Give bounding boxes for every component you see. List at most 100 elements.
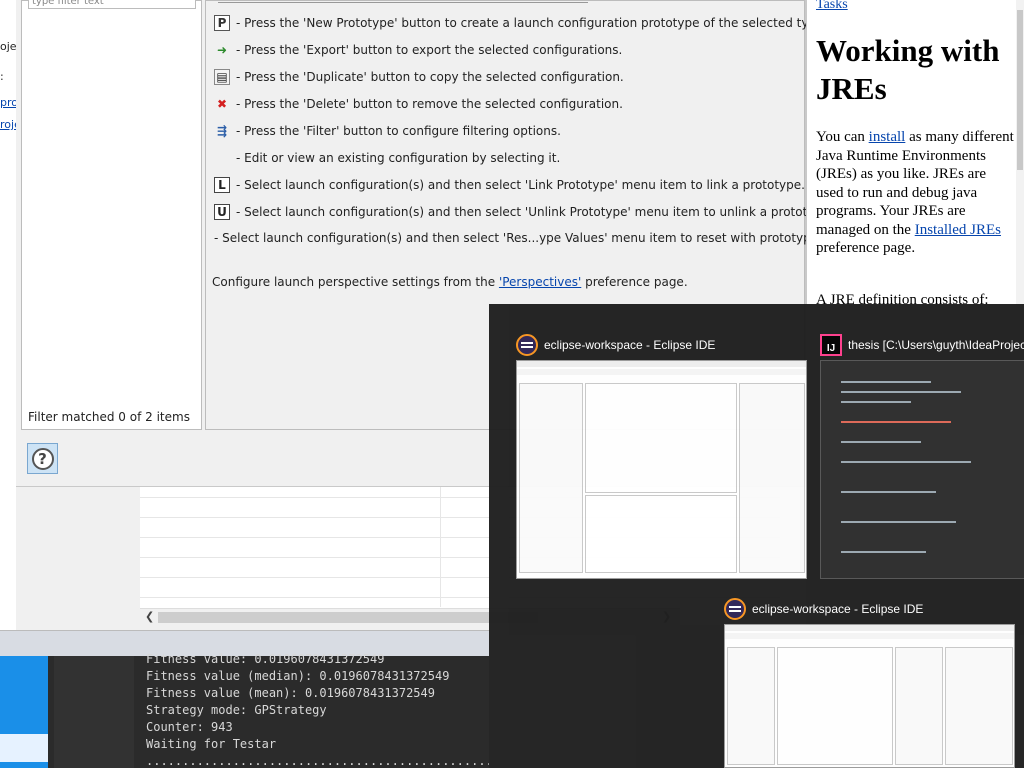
- blank-icon: [214, 150, 230, 166]
- unlink-prototype-icon: U: [214, 204, 230, 220]
- console-gutter: [54, 656, 134, 768]
- duplicate-icon: ▤: [214, 69, 230, 85]
- export-icon: ➜: [216, 43, 228, 57]
- help-text-3: preference page.: [816, 240, 916, 256]
- thumb-pane: [777, 647, 893, 765]
- scroll-left-icon[interactable]: ❮: [145, 610, 154, 623]
- task-switcher: eclipse-workspace - Eclipse IDE IJ thesi…: [489, 304, 1024, 768]
- console-line: Fitness value (mean): 0.0196078431372549: [146, 686, 435, 700]
- instruction-text: - Press the 'Delete' button to remove th…: [236, 97, 623, 111]
- thumb-pane: [739, 383, 805, 573]
- help-scrollbar-thumb[interactable]: [1017, 10, 1023, 170]
- thumb-pane: [585, 495, 737, 573]
- switcher-window-title: eclipse-workspace - Eclipse IDE: [724, 596, 923, 622]
- instruction-text: - Select launch configuration(s) and the…: [214, 231, 865, 245]
- instruction-text: - Press the 'New Prototype' button to cr…: [236, 16, 828, 30]
- tasks-link[interactable]: Tasks: [816, 0, 848, 13]
- intellij-icon: IJ: [820, 334, 842, 356]
- console-line: Fitness value: 0.0196078431372549: [146, 652, 385, 666]
- help-text-1: You can: [816, 129, 869, 145]
- window-title-text: eclipse-workspace - Eclipse IDE: [544, 338, 716, 352]
- help-button[interactable]: ?: [27, 443, 58, 474]
- instruction-new-prototype: P - Press the 'New Prototype' button to …: [214, 14, 827, 32]
- console-line: Strategy mode: GPStrategy: [146, 703, 327, 717]
- thumb-toolbar: [725, 633, 1014, 639]
- console-line: Fitness value (median): 0.01960784313725…: [146, 669, 450, 683]
- filter-status-text: Filter matched 0 of 2 items: [28, 410, 190, 424]
- instruction-text: - Press the 'Filter' button to configure…: [236, 124, 561, 138]
- instruction-delete: ✖ - Press the 'Delete' button to remove …: [214, 95, 623, 113]
- instruction-link-prototype: L - Select launch configuration(s) and t…: [214, 176, 805, 194]
- new-prototype-icon: P: [214, 15, 230, 31]
- window-title-text: thesis [C:\Users\guyth\IdeaProjec: [848, 338, 1024, 352]
- thumb-code-line: [841, 551, 926, 553]
- console-output: Fitness value: 0.0196078431372549 Fitness…: [146, 651, 493, 768]
- help-panel: Tasks Working with JREs You can install …: [806, 0, 1024, 305]
- install-link[interactable]: install: [869, 129, 906, 145]
- perspective-settings-text: Configure launch perspective settings fr…: [212, 275, 688, 289]
- thumb-code-line: [841, 461, 971, 463]
- instruction-filter: ⇶ - Press the 'Filter' button to configu…: [214, 122, 561, 140]
- thumb-pane: [945, 647, 1013, 765]
- thumb-pane: [727, 647, 775, 765]
- switcher-window-1[interactable]: eclipse-workspace - Eclipse IDE: [516, 332, 808, 582]
- instruction-text: - Edit or view an existing configuration…: [236, 151, 561, 165]
- console-side-strip: [0, 656, 48, 768]
- instruction-edit: - Edit or view an existing configuration…: [214, 149, 560, 167]
- thumb-code-line: [841, 401, 911, 403]
- instruction-text: - Press the 'Export' button to export th…: [236, 43, 623, 57]
- window-thumbnail: [820, 360, 1024, 579]
- window-title-text: eclipse-workspace - Eclipse IDE: [752, 602, 924, 616]
- cut-off-line: [218, 0, 588, 3]
- thumb-toolbar: [517, 361, 806, 367]
- thumb-code-line: [841, 421, 951, 423]
- instruction-text: - Select launch configuration(s) and the…: [236, 178, 805, 192]
- link-prototype-icon: L: [214, 177, 230, 193]
- thumb-pane: [895, 647, 943, 765]
- thumb-code-line: [841, 381, 931, 383]
- delete-icon: ✖: [216, 97, 228, 111]
- console-view: Fitness value: 0.0196078431372549 Fitness…: [0, 652, 493, 768]
- switcher-window-3[interactable]: eclipse-workspace - Eclipse IDE: [724, 596, 1024, 768]
- window-thumbnail: [516, 360, 807, 579]
- instruction-reset: - Select launch configuration(s) and the…: [214, 229, 865, 247]
- eclipse-icon: [516, 334, 538, 356]
- switcher-window-title: IJ thesis [C:\Users\guyth\IdeaProjec: [820, 332, 1024, 358]
- console-line: ........................................…: [146, 754, 493, 768]
- eclipse-icon: [724, 598, 746, 620]
- thumb-code-line: [841, 391, 961, 393]
- grid-line: [440, 487, 441, 607]
- installed-jres-link[interactable]: Installed JREs: [915, 222, 1001, 238]
- help-icon: ?: [31, 447, 54, 470]
- perspective-suffix: preference page.: [581, 275, 688, 289]
- thumb-toolbar: [517, 369, 806, 375]
- instruction-unlink-prototype: U - Select launch configuration(s) and t…: [214, 203, 833, 221]
- switcher-window-title: eclipse-workspace - Eclipse IDE: [516, 332, 715, 358]
- configuration-tree-pane: type filter text Filter matched 0 of 2 i…: [21, 0, 202, 430]
- filter-icon: ⇶: [216, 124, 228, 138]
- perspective-prefix: Configure launch perspective settings fr…: [212, 275, 499, 289]
- switcher-window-2[interactable]: IJ thesis [C:\Users\guyth\IdeaProjec: [820, 332, 1024, 582]
- thumb-pane: [519, 383, 583, 573]
- thumb-pane: [585, 383, 737, 493]
- filter-input[interactable]: type filter text: [28, 0, 196, 9]
- help-body-text: You can install as many different Java R…: [816, 128, 1016, 258]
- thumb-toolbar: [725, 625, 1014, 631]
- perspectives-link[interactable]: 'Perspectives': [499, 275, 581, 289]
- left-fragment-text-1: oje: [0, 40, 17, 53]
- instruction-duplicate: ▤ - Press the 'Duplicate' button to copy…: [214, 68, 624, 86]
- instruction-export: ➜ - Press the 'Export' button to export …: [214, 41, 622, 59]
- thumb-code-line: [841, 521, 956, 523]
- help-title: Working with JREs: [816, 33, 1000, 106]
- console-line: Counter: 943: [146, 720, 233, 734]
- help-scrollbar[interactable]: [1016, 0, 1024, 305]
- console-line: Waiting for Testar: [146, 737, 277, 751]
- scrollbar-thumb[interactable]: [158, 612, 538, 623]
- window-thumbnail: [724, 624, 1015, 768]
- left-fragment-text-2: :: [0, 70, 4, 83]
- instruction-text: - Select launch configuration(s) and the…: [236, 205, 834, 219]
- left-explorer-fragment: oje : proj roje: [0, 0, 21, 630]
- console-side-highlight: [0, 734, 48, 762]
- thumb-code-line: [841, 441, 921, 443]
- instruction-text: - Press the 'Duplicate' button to copy t…: [236, 70, 624, 84]
